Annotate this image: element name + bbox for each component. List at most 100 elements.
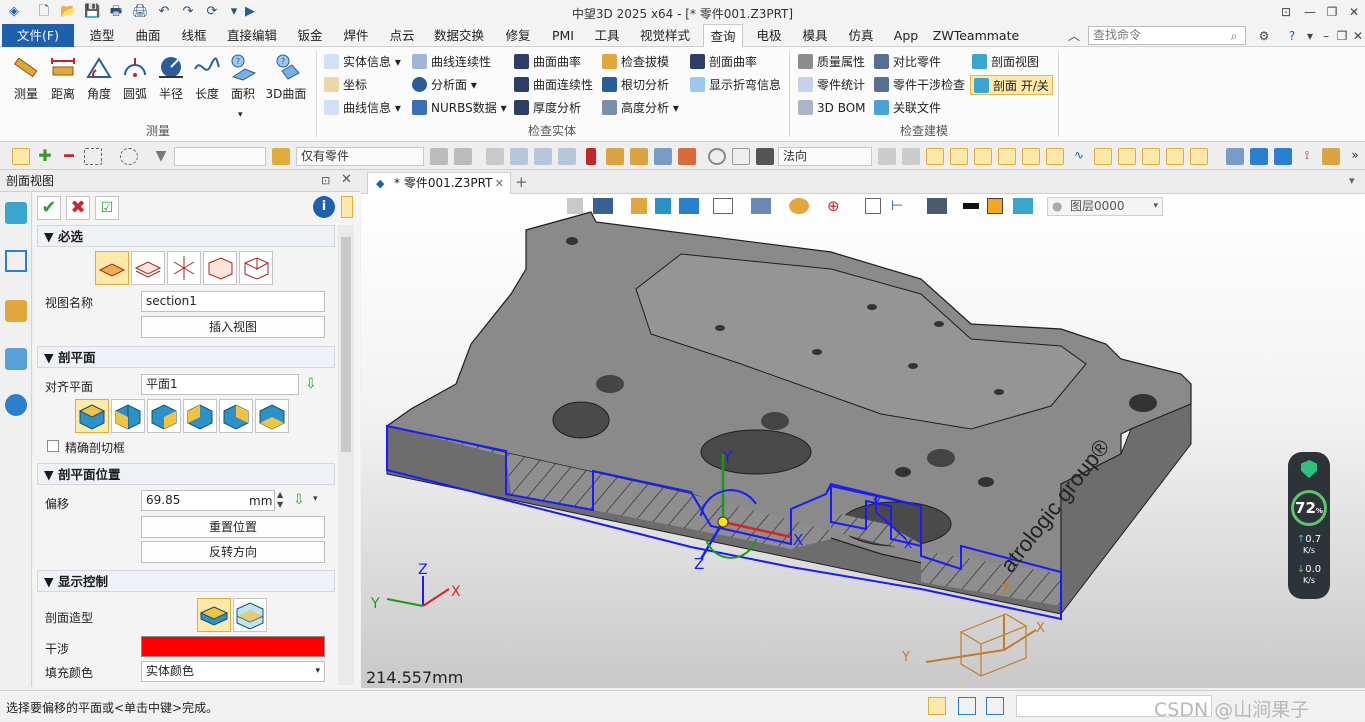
- remove-icon[interactable]: ━: [60, 148, 78, 165]
- entity-info-button[interactable]: 实体信息 ▾: [324, 52, 401, 72]
- section-header-display[interactable]: ▼ 显示控制: [37, 570, 335, 592]
- toolbar-tool-icon[interactable]: [510, 148, 528, 165]
- search-icon[interactable]: ⌕: [1226, 28, 1242, 44]
- document-tab[interactable]: ◆ * 零件001.Z3PRT ✕: [367, 172, 511, 194]
- doc-restore-button[interactable]: ❐: [1334, 28, 1350, 44]
- part-filter-combo[interactable]: 仅有零件: [296, 147, 424, 166]
- distance-button[interactable]: 距离: [45, 53, 81, 109]
- filter-type-combo[interactable]: [174, 147, 266, 166]
- section-header-position[interactable]: ▼ 剖平面位置: [37, 463, 335, 485]
- cross-section-type-icon[interactable]: [167, 251, 201, 285]
- toolbar-tool-icon[interactable]: [1226, 148, 1244, 165]
- toolbar-tool-icon[interactable]: [606, 148, 624, 165]
- snap-toggle-icon[interactable]: [974, 148, 992, 165]
- mass-properties-button[interactable]: 质量属性: [798, 52, 865, 72]
- toolbar-tool-icon[interactable]: [1250, 148, 1268, 165]
- align-plane-input[interactable]: 平面1: [141, 374, 299, 395]
- snap-toggle-icon[interactable]: [1022, 148, 1040, 165]
- reverse-direction-button[interactable]: 反转方向: [141, 541, 325, 563]
- cube-align-option-icon[interactable]: [219, 399, 253, 433]
- command-search-input[interactable]: 查找命令: [1088, 26, 1246, 45]
- toolbar-tool-icon[interactable]: ⟟: [1298, 148, 1316, 165]
- cube-align-option-icon[interactable]: [75, 399, 109, 433]
- snap-toggle-icon[interactable]: [1142, 148, 1160, 165]
- fill-color-select[interactable]: 实体颜色 ▾: [141, 661, 325, 682]
- angle-button[interactable]: 角度: [81, 53, 117, 109]
- minimize-button[interactable]: —: [1302, 4, 1318, 20]
- slab-section-type-icon[interactable]: [131, 251, 165, 285]
- area-button[interactable]: ? 面积: [225, 53, 261, 109]
- view-name-input[interactable]: section1: [141, 291, 325, 312]
- select-arrow-icon[interactable]: [12, 148, 30, 165]
- compare-parts-button[interactable]: 对比零件: [874, 52, 941, 72]
- history-tree-icon[interactable]: [5, 250, 27, 272]
- status-toggle-icon[interactable]: [928, 697, 946, 715]
- 3d-bom-button[interactable]: 3D BOM: [798, 98, 866, 118]
- snap-toggle-icon[interactable]: [1190, 148, 1208, 165]
- tab-direct-edit[interactable]: 直接编辑: [224, 24, 280, 47]
- part-manager-icon[interactable]: [5, 300, 27, 322]
- section-curvature-button[interactable]: 剖面曲率: [690, 52, 757, 72]
- tab-repair[interactable]: 修复: [498, 24, 538, 47]
- toolbar-tool-icon[interactable]: [902, 148, 920, 165]
- toolbar-tool-icon[interactable]: [558, 148, 576, 165]
- new-tab-icon[interactable]: +: [515, 173, 528, 191]
- panel-scrollbar-thumb[interactable]: [341, 237, 351, 452]
- tab-query[interactable]: 查询: [703, 24, 743, 47]
- panel-pin-icon[interactable]: ⊡: [321, 174, 330, 187]
- toolbar-tool-icon[interactable]: [678, 148, 696, 165]
- tab-visual-style[interactable]: 视觉样式: [634, 24, 696, 47]
- snap-toggle-icon[interactable]: [926, 148, 944, 165]
- restore-button[interactable]: ❐: [1324, 4, 1340, 20]
- tab-pmi[interactable]: PMI: [544, 24, 582, 47]
- reset-position-button[interactable]: 重置位置: [141, 516, 325, 538]
- tab-surface[interactable]: 曲面: [128, 24, 168, 47]
- toolbar-tool-icon[interactable]: [1274, 148, 1292, 165]
- nurbs-data-button[interactable]: NURBS数据 ▾: [412, 98, 507, 118]
- radius-button[interactable]: 半径: [153, 53, 189, 109]
- section-style-solid-icon[interactable]: [197, 598, 231, 632]
- collapse-ribbon-icon[interactable]: ︿: [1066, 28, 1082, 44]
- close-window-button[interactable]: ✕: [1346, 4, 1362, 20]
- tab-zwteammate[interactable]: ZWTeammate: [932, 24, 1020, 47]
- toolbar-tool-icon[interactable]: [586, 148, 596, 165]
- precise-cut-box-checkbox[interactable]: [47, 440, 59, 452]
- tab-point-cloud[interactable]: 点云: [382, 24, 422, 47]
- box-select-icon[interactable]: [84, 148, 102, 165]
- snap-toggle-icon[interactable]: [1118, 148, 1136, 165]
- offset-stepper[interactable]: ▲ ▼: [277, 490, 283, 510]
- cube-align-option-icon[interactable]: [147, 399, 181, 433]
- corner-section-type-icon[interactable]: [239, 251, 273, 285]
- undercut-analysis-button[interactable]: 根切分析: [602, 75, 669, 95]
- surface-curvature-button[interactable]: 曲面曲率: [514, 52, 581, 72]
- measure-button[interactable]: 测量: [8, 53, 44, 109]
- snap-toggle-icon[interactable]: [950, 148, 968, 165]
- view-manager-icon[interactable]: [5, 348, 27, 370]
- plane-section-type-icon[interactable]: [95, 251, 129, 285]
- toolbar-tool-icon[interactable]: [756, 148, 774, 165]
- toolbar-tool-icon[interactable]: [486, 148, 504, 165]
- panel-scrollbar[interactable]: [338, 225, 354, 685]
- add-icon[interactable]: ✚: [36, 148, 54, 165]
- help-icon[interactable]: ?: [1284, 28, 1300, 44]
- cube-align-option-icon[interactable]: [255, 399, 289, 433]
- toolbar-tool-icon[interactable]: [878, 148, 896, 165]
- tab-tools[interactable]: 工具: [588, 24, 626, 47]
- snap-toggle-icon[interactable]: [998, 148, 1016, 165]
- tab-weldment[interactable]: 焊件: [336, 24, 376, 47]
- pick-plane-icon[interactable]: ⇩: [305, 376, 317, 392]
- tab-modeling[interactable]: 造型: [82, 24, 122, 47]
- thickness-analysis-button[interactable]: 厚度分析: [514, 98, 581, 118]
- part-filter-icon[interactable]: [272, 148, 290, 165]
- snap-toggle-icon[interactable]: [1166, 148, 1184, 165]
- apply-button[interactable]: ☑: [95, 196, 119, 220]
- tab-file[interactable]: 文件(F): [2, 24, 74, 47]
- box-section-type-icon[interactable]: [203, 251, 237, 285]
- part-model[interactable]: atrologic group® Y X Z Y X Z X Y Z X Y: [361, 194, 1365, 688]
- tab-list-dropdown-icon[interactable]: ▾: [1349, 174, 1355, 187]
- analyze-face-button[interactable]: 分析面 ▾: [412, 75, 477, 95]
- toolbar-tool-icon[interactable]: [430, 148, 448, 165]
- check-draft-button[interactable]: 检查拔模: [602, 52, 669, 72]
- part-statistics-button[interactable]: 零件统计: [798, 75, 865, 95]
- section-view-button[interactable]: 剖面视图: [972, 52, 1039, 72]
